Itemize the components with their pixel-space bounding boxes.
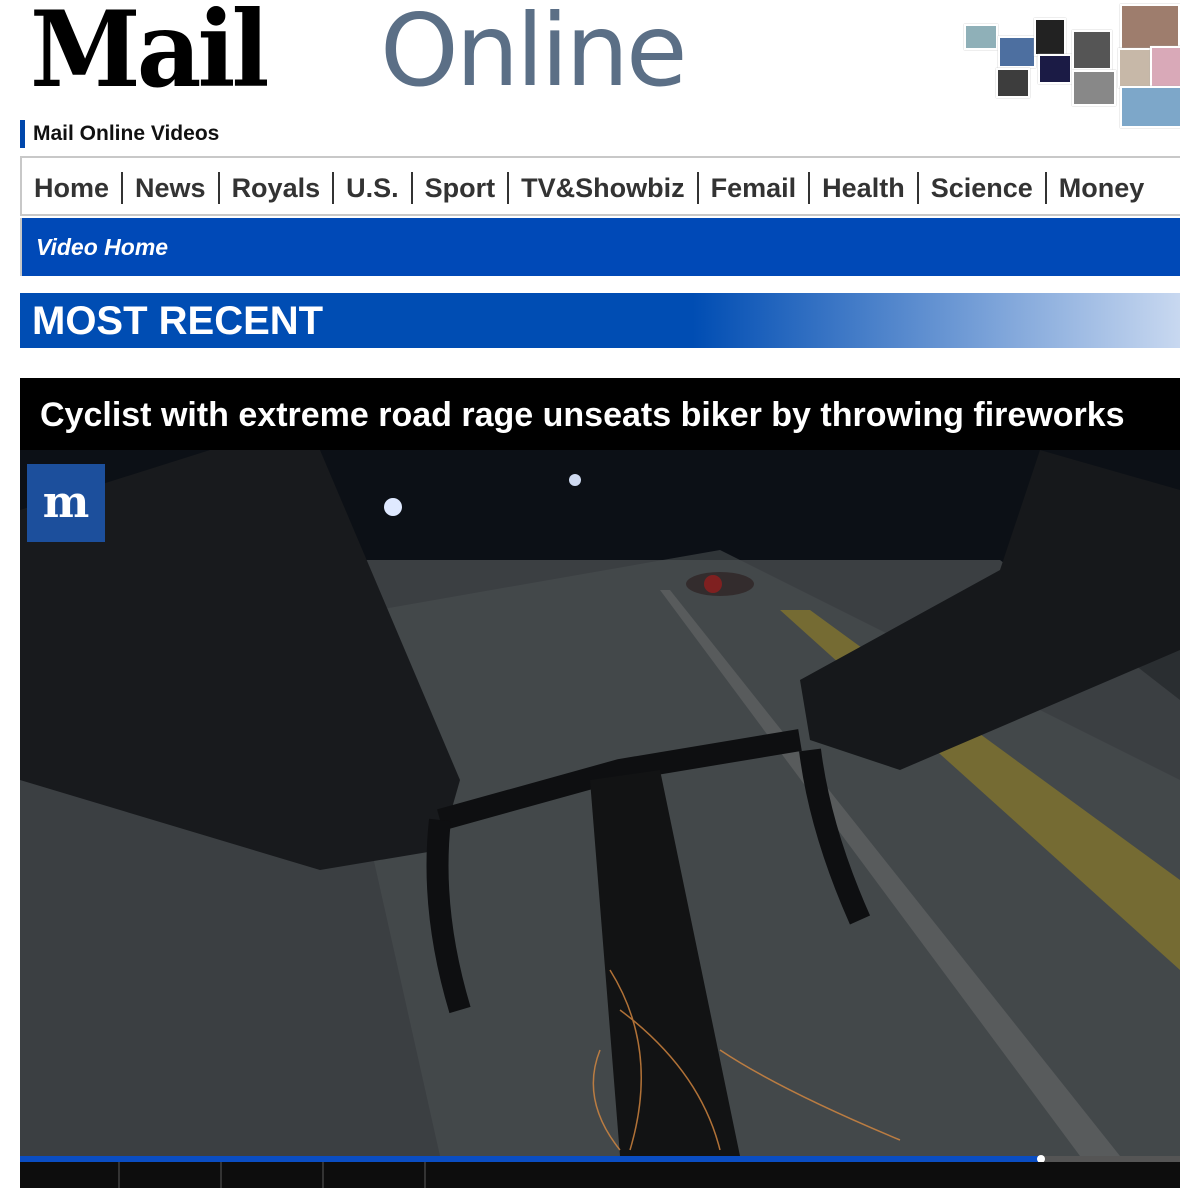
volume-button[interactable] (122, 1162, 222, 1188)
celebrity-photo-collage[interactable] (960, 0, 1180, 130)
street-light (569, 474, 581, 486)
video-player[interactable]: Cyclist with extreme road rage unseats b… (20, 378, 1180, 1188)
nav-item-news[interactable]: News (123, 172, 220, 204)
collage-photo (1072, 70, 1116, 106)
nav-item-femail[interactable]: Femail (699, 172, 811, 204)
nav-item-health[interactable]: Health (810, 172, 919, 204)
sub-nav-video-home[interactable]: Video Home (36, 232, 168, 262)
collage-photo (1034, 18, 1066, 56)
sub-nav: Video Home (20, 218, 1180, 276)
collage-photo (1120, 4, 1180, 50)
motorbike (686, 572, 754, 596)
nav-item-royals[interactable]: Royals (220, 172, 335, 204)
main-nav: Home News Royals U.S. Sport TV&Showbiz Femail H… (20, 156, 1180, 216)
most-recent-header: MOST RECENT (20, 293, 1180, 348)
nav-item-home[interactable]: Home (22, 172, 124, 204)
mail-logo-badge: m (27, 464, 105, 542)
player-controls (20, 1162, 1180, 1188)
play-button[interactable] (20, 1162, 120, 1188)
logo-mail[interactable]: Mail (30, 0, 269, 107)
nav-item-sport[interactable]: Sport (413, 172, 510, 204)
most-recent-title: MOST RECENT (32, 299, 324, 343)
collage-photo (1118, 48, 1152, 88)
logo-online[interactable]: Online (380, 0, 688, 106)
nav-item-science[interactable]: Science (919, 172, 1047, 204)
collage-photo (998, 36, 1036, 68)
collage-photo (964, 24, 998, 50)
video-headline[interactable]: Cyclist with extreme road rage unseats b… (40, 394, 1125, 436)
collage-photo (1120, 86, 1180, 128)
section-label[interactable]: Mail Online Videos (20, 120, 219, 148)
collage-photo (1150, 46, 1180, 90)
video-still (20, 450, 1180, 1156)
collage-photo (996, 68, 1030, 98)
nav-item-money[interactable]: Money (1047, 172, 1157, 204)
fullscreen-button[interactable] (326, 1162, 426, 1188)
street-light (384, 498, 402, 516)
collage-photo (1072, 30, 1112, 70)
share-button[interactable] (224, 1162, 324, 1188)
nav-item-us[interactable]: U.S. (334, 172, 413, 204)
collage-photo (1038, 54, 1072, 84)
video-frame[interactable]: m (20, 450, 1180, 1156)
nav-item-tvshowbiz[interactable]: TV&Showbiz (509, 172, 699, 204)
